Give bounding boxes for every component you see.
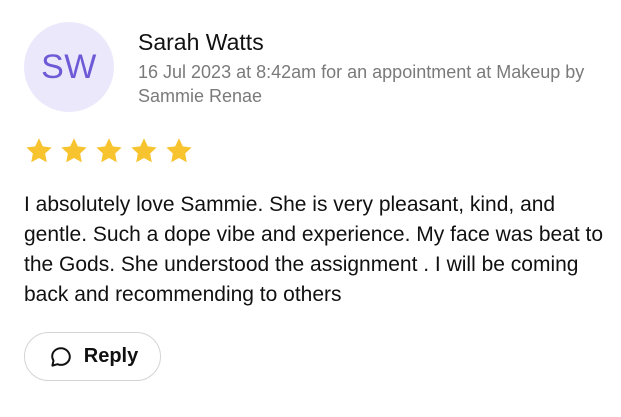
- star-icon: [59, 136, 89, 166]
- star-icon: [24, 136, 54, 166]
- avatar-initials: SW: [41, 47, 97, 86]
- review-card: SW Sarah Watts 16 Jul 2023 at 8:42am for…: [0, 0, 621, 417]
- reviewer-name: Sarah Watts: [138, 29, 264, 55]
- star-icon: [94, 136, 124, 166]
- star-rating: [24, 136, 194, 166]
- reply-label: Reply: [83, 345, 139, 367]
- star-icon: [129, 136, 159, 166]
- star-icon: [164, 136, 194, 166]
- avatar: SW: [24, 22, 114, 112]
- review-text: I absolutely love Sammie. She is very pl…: [24, 193, 604, 306]
- chat-bubble-icon: [49, 345, 73, 369]
- reply-button[interactable]: Reply: [24, 332, 161, 381]
- review-meta: 16 Jul 2023 at 8:42am for an appointment…: [138, 62, 585, 106]
